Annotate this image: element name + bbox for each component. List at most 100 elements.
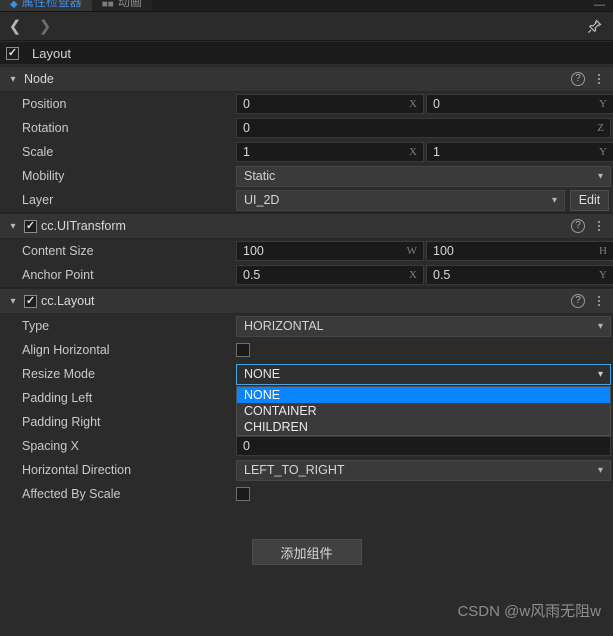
section-header-layout[interactable]: ▾ cc.Layout ?	[0, 288, 613, 314]
label-content-size: Content Size	[22, 244, 94, 258]
help-circle-icon[interactable]: ?	[571, 219, 585, 233]
label-affected-by-scale: Affected By Scale	[22, 487, 121, 501]
row-rotation: Rotation 0 Z	[0, 116, 613, 140]
chevron-down-icon: ▾	[597, 464, 603, 476]
label-scale: Scale	[22, 145, 54, 159]
tab-property-inspector[interactable]: ◆ 属性检查器	[0, 0, 92, 11]
watermark: CSDN @w风雨无阻w	[457, 603, 601, 620]
tab-animation[interactable]: ■■ 动画	[91, 0, 152, 11]
label-padding-left: Padding Left	[22, 391, 93, 405]
affected-by-scale-checkbox[interactable]	[236, 487, 250, 501]
axis-label-h: H	[599, 245, 607, 257]
film-icon: ■■	[101, 0, 114, 10]
label-spacing-x: Spacing X	[22, 439, 79, 453]
layout-enabled-checkbox[interactable]	[24, 294, 37, 308]
position-y-input[interactable]: 0 Y	[426, 94, 613, 114]
axis-label-y: Y	[599, 98, 607, 110]
tab-strip: ◆ 属性检查器 ■■ 动画 —	[0, 0, 613, 12]
anchor-point-y-input[interactable]: 0.5 Y	[426, 265, 613, 285]
help-circle-icon[interactable]: ?	[571, 72, 585, 86]
row-affected-by-scale: Affected By Scale	[0, 482, 613, 506]
more-vertical-icon[interactable]	[594, 73, 604, 85]
more-vertical-icon[interactable]	[594, 295, 604, 307]
chevron-down-icon: ▾	[597, 320, 603, 332]
row-content-size: Content Size 100 W 100 H	[0, 239, 613, 263]
row-spacing-x: Spacing X 0	[0, 434, 613, 458]
row-layer: Layer UI_2D ▾ Edit	[0, 188, 613, 212]
add-component-button[interactable]: 添加组件	[251, 539, 362, 565]
anchor-point-y-value: 0.5	[433, 268, 451, 282]
rotation-z-input[interactable]: 0 Z	[236, 118, 611, 138]
position-x-input[interactable]: 0 X	[236, 94, 424, 114]
axis-label-w: W	[406, 245, 417, 257]
row-mobility: Mobility Static ▾	[0, 164, 613, 188]
resize-mode-option-children[interactable]: CHILDREN	[237, 419, 610, 435]
inspector-panel: ◆ 属性检查器 ■■ 动画 — ❮ ❯ Layout ▾	[0, 0, 613, 636]
content-size-height-input[interactable]: 100 H	[426, 241, 613, 261]
navigation-bar: ❮ ❯	[0, 12, 613, 41]
label-position: Position	[22, 97, 67, 111]
section-header-node[interactable]: ▾ Node ?	[0, 66, 613, 92]
row-horizontal-direction: Horizontal Direction LEFT_TO_RIGHT ▾	[0, 458, 613, 482]
help-circle-icon[interactable]: ?	[571, 294, 585, 308]
label-rotation: Rotation	[22, 121, 69, 135]
shield-icon: ◆	[10, 0, 18, 10]
layer-select[interactable]: UI_2D ▾	[236, 189, 565, 211]
node-name-bar: Layout	[0, 42, 613, 65]
uitransform-enabled-checkbox[interactable]	[24, 219, 37, 233]
row-position: Position 0 X 0 Y	[0, 92, 613, 116]
type-select[interactable]: HORIZONTAL ▾	[236, 315, 611, 337]
axis-label-y: Y	[599, 269, 607, 281]
add-component-area: 添加组件	[0, 539, 613, 565]
label-horizontal-direction: Horizontal Direction	[22, 463, 132, 477]
row-anchor-point: Anchor Point 0.5 X 0.5 Y	[0, 263, 613, 287]
label-layer: Layer	[22, 193, 54, 207]
axis-label-x: X	[409, 98, 417, 110]
row-resize-mode: Resize Mode NONE ▾ NONE CONTAINER CHILDR…	[0, 362, 613, 436]
chevron-down-icon[interactable]: ▾	[6, 74, 20, 85]
resize-mode-option-none[interactable]: NONE	[237, 386, 610, 403]
node-name-label: Layout	[32, 45, 72, 61]
align-horizontal-checkbox[interactable]	[236, 343, 250, 357]
more-vertical-icon[interactable]	[594, 220, 604, 232]
horizontal-direction-select[interactable]: LEFT_TO_RIGHT ▾	[236, 459, 611, 481]
chevron-down-icon[interactable]: ▾	[6, 221, 20, 232]
resize-mode-value: NONE	[244, 367, 281, 381]
position-x-value: 0	[243, 97, 250, 111]
spacing-x-value: 0	[243, 439, 250, 453]
chevron-down-icon[interactable]: ▾	[6, 296, 20, 307]
section-title-layout: cc.Layout	[41, 294, 95, 308]
scale-y-value: 1	[433, 145, 440, 159]
label-anchor-point: Anchor Point	[22, 268, 94, 282]
scale-y-input[interactable]: 1 Y	[426, 142, 613, 162]
type-value: HORIZONTAL	[244, 319, 324, 333]
layer-edit-button[interactable]: Edit	[570, 189, 609, 211]
content-size-width-value: 100	[243, 244, 264, 258]
content-size-width-input[interactable]: 100 W	[236, 241, 424, 261]
scale-x-value: 1	[243, 145, 250, 159]
minimize-button[interactable]: —	[586, 0, 613, 11]
tab-animation-label: 动画	[117, 0, 142, 9]
node-enabled-checkbox[interactable]	[6, 46, 19, 60]
axis-label-x: X	[409, 269, 417, 281]
chevron-right-icon[interactable]: ❯	[30, 12, 60, 40]
layer-value: UI_2D	[244, 193, 280, 207]
label-align-horizontal: Align Horizontal	[22, 343, 110, 357]
resize-mode-option-list: NONE CONTAINER CHILDREN	[236, 385, 611, 436]
horizontal-direction-value: LEFT_TO_RIGHT	[244, 463, 345, 477]
row-type: Type HORIZONTAL ▾	[0, 314, 613, 338]
spacing-x-input[interactable]: 0	[236, 436, 611, 456]
section-title-node: Node	[24, 72, 54, 86]
row-scale: Scale 1 X 1 Y	[0, 140, 613, 164]
resize-mode-select[interactable]: NONE ▾	[236, 363, 611, 385]
row-align-horizontal: Align Horizontal	[0, 338, 613, 362]
chevron-left-icon[interactable]: ❮	[0, 12, 30, 40]
pin-icon[interactable]	[585, 17, 603, 35]
label-padding-right: Padding Right	[22, 415, 101, 429]
resize-mode-dropdown[interactable]: NONE ▾ NONE CONTAINER CHILDREN	[236, 363, 611, 436]
section-header-uitransform[interactable]: ▾ cc.UITransform ?	[0, 213, 613, 239]
mobility-select[interactable]: Static ▾	[236, 165, 611, 187]
resize-mode-option-container[interactable]: CONTAINER	[237, 403, 610, 419]
scale-x-input[interactable]: 1 X	[236, 142, 424, 162]
anchor-point-x-input[interactable]: 0.5 X	[236, 265, 424, 285]
